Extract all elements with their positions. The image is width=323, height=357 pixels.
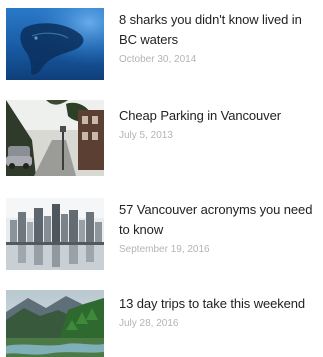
article-title[interactable]: 57 Vancouver acronyms you need to know bbox=[119, 200, 319, 240]
mountain-valley-photo-icon bbox=[6, 290, 104, 357]
street-parking-photo-icon bbox=[6, 100, 104, 176]
article-thumbnail[interactable] bbox=[6, 8, 104, 80]
article-thumbnail[interactable] bbox=[6, 100, 104, 176]
city-skyline-photo-icon bbox=[6, 198, 104, 270]
article-title[interactable]: Cheap Parking in Vancouver bbox=[119, 106, 319, 126]
article-text: 8 sharks you didn't know lived in BC wat… bbox=[119, 10, 319, 66]
article-thumbnail[interactable] bbox=[6, 198, 104, 270]
shark-photo-icon bbox=[6, 8, 104, 80]
article-text: 57 Vancouver acronyms you need to know S… bbox=[119, 200, 319, 256]
article-title[interactable]: 8 sharks you didn't know lived in BC wat… bbox=[119, 10, 319, 50]
article-item[interactable]: Cheap Parking in Vancouver July 5, 2013 bbox=[0, 100, 323, 176]
article-text: 13 day trips to take this weekend July 2… bbox=[119, 294, 319, 330]
article-date: October 30, 2014 bbox=[119, 54, 197, 65]
article-item[interactable]: 8 sharks you didn't know lived in BC wat… bbox=[0, 8, 323, 80]
article-item[interactable]: 13 day trips to take this weekend July 2… bbox=[0, 290, 323, 357]
article-title[interactable]: 13 day trips to take this weekend bbox=[119, 294, 319, 314]
article-date: September 19, 2016 bbox=[119, 244, 210, 255]
article-item[interactable]: 57 Vancouver acronyms you need to know S… bbox=[0, 198, 323, 270]
article-list: 8 sharks you didn't know lived in BC wat… bbox=[0, 0, 323, 357]
article-thumbnail[interactable] bbox=[6, 290, 104, 357]
article-text: Cheap Parking in Vancouver July 5, 2013 bbox=[119, 106, 319, 142]
article-date: July 28, 2016 bbox=[119, 318, 179, 329]
article-date: July 5, 2013 bbox=[119, 130, 173, 141]
